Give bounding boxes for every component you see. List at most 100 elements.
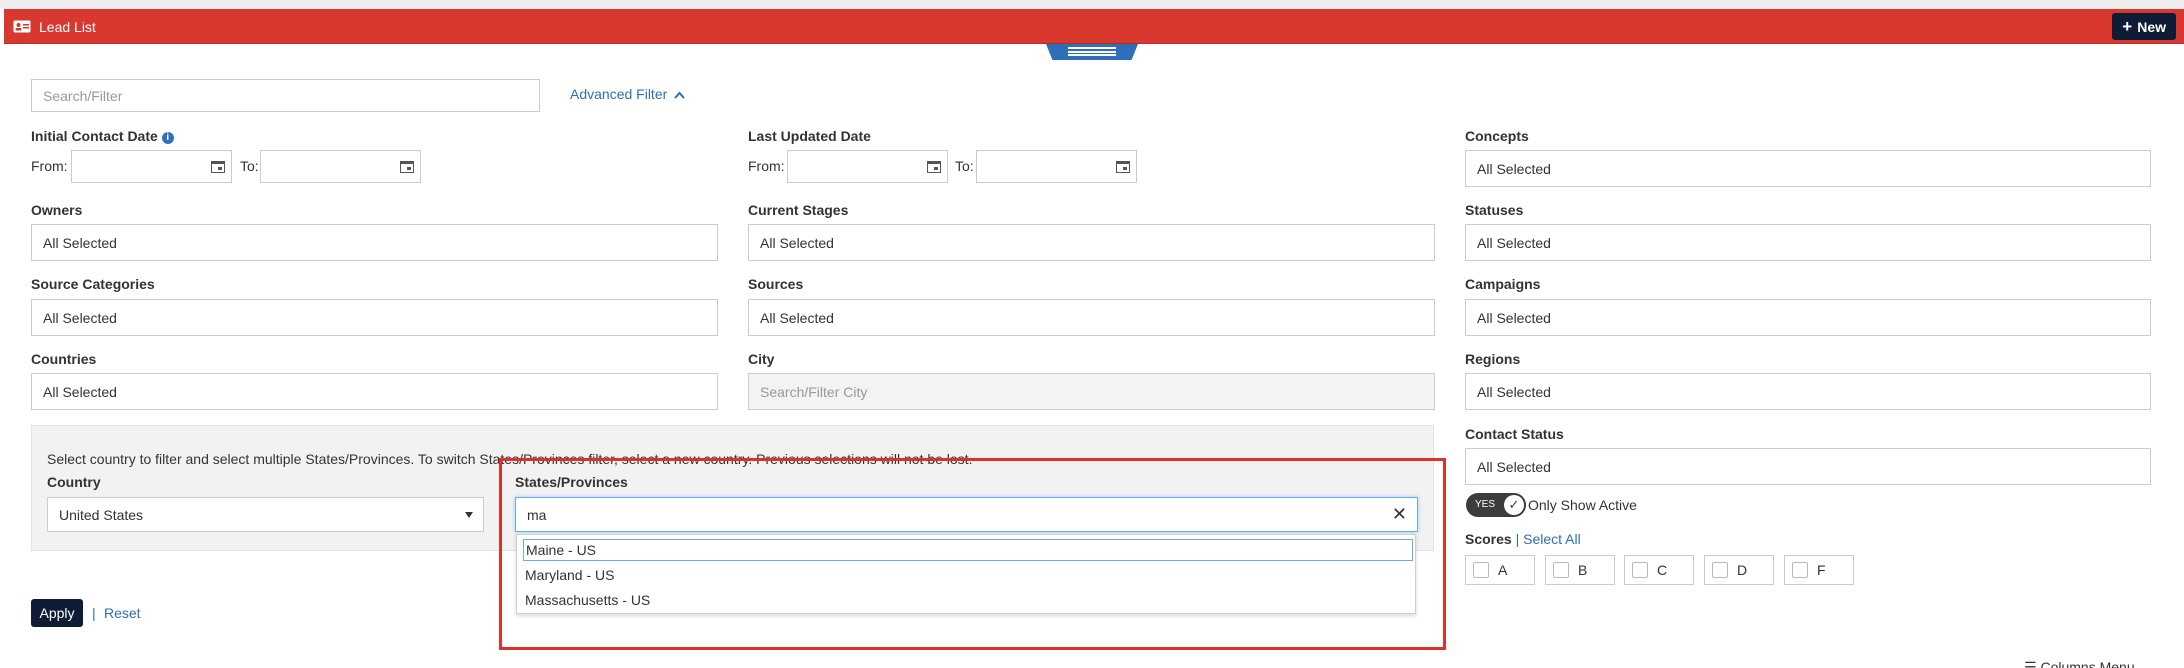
score-checkbox-f[interactable]: F [1784,555,1854,585]
current-stages-select[interactable]: All Selected [748,224,1435,261]
score-checkbox-a[interactable]: A [1465,555,1535,585]
score-label: D [1737,562,1748,578]
only-show-active-label: Only Show Active [1528,497,1637,513]
dropdown-option[interactable]: Massachusetts - US [523,589,650,611]
owners-select[interactable]: All Selected [31,224,718,261]
initial-from-input[interactable] [71,150,207,183]
updated-to-label: To: [955,158,974,174]
info-icon[interactable]: i [161,132,174,144]
source-categories-label: Source Categories [31,276,155,292]
scores-label: Scores [1465,531,1512,547]
city-placeholder: Search/Filter City [760,383,868,400]
score-label: B [1578,562,1588,578]
countries-select[interactable]: All Selected [31,373,718,410]
checkbox[interactable] [1712,562,1728,578]
actions-separator: | [92,605,96,621]
dropdown-option[interactable]: Maine - US [523,539,1413,561]
concepts-value: All Selected [1477,160,1551,177]
top-strip [0,0,2184,9]
checkbox[interactable] [1553,562,1569,578]
new-button-label: New [2137,18,2166,35]
clear-icon[interactable]: ✕ [1392,504,1407,525]
checkbox[interactable] [1473,562,1489,578]
advanced-filter-toggle[interactable]: Advanced Filter [570,86,685,102]
plus-icon: + [2122,16,2133,36]
last-updated-date-label: Last Updated Date [748,128,871,144]
score-checkbox-d[interactable]: D [1704,555,1774,585]
score-checkbox-c[interactable]: C [1624,555,1694,585]
new-lead-button[interactable]: + New [2112,13,2176,40]
updated-from-label: From: [748,158,785,174]
option-label: Massachusetts - US [525,592,651,608]
regions-label: Regions [1465,351,1521,367]
sources-label: Sources [748,276,804,292]
scores-header: Scores | Select All [1465,531,1581,547]
country-value: United States [59,506,144,523]
initial-to-input[interactable] [260,150,396,183]
regions-value: All Selected [1477,383,1551,400]
country-select[interactable]: United States [47,497,484,532]
columns-menu-label: Columns Menu [2040,659,2135,668]
option-label: Maine - US [526,542,597,558]
concepts-select[interactable]: All Selected [1465,150,2151,187]
sources-select[interactable]: All Selected [748,299,1435,336]
current-stages-label: Current Stages [748,202,849,218]
score-checkbox-b[interactable]: B [1545,555,1615,585]
chevron-up-icon [674,91,685,99]
option-label: Maryland - US [525,567,615,583]
score-label: F [1817,562,1826,578]
calendar-icon[interactable] [920,150,948,183]
page-title: Lead List [39,18,96,35]
initial-to-label: To: [240,158,259,174]
contact-status-value: All Selected [1477,458,1551,475]
campaigns-select[interactable]: All Selected [1465,299,2151,336]
apply-button[interactable]: Apply [31,599,83,627]
menu-lines-icon [1068,47,1116,56]
reset-link[interactable]: Reset [104,605,141,621]
updated-from-input[interactable] [787,150,923,183]
dropdown-option[interactable]: Maryland - US [523,564,614,586]
calendar-icon[interactable] [393,150,421,183]
current-stages-value: All Selected [760,234,834,251]
campaigns-value: All Selected [1477,309,1551,326]
owners-label: Owners [31,202,83,218]
countries-value: All Selected [43,383,117,400]
collapse-handle[interactable] [1046,44,1138,60]
initial-contact-date-label: Initial Contact Date i [31,128,174,144]
calendar-icon[interactable] [204,150,232,183]
countries-label: Countries [31,351,97,367]
checkbox[interactable] [1632,562,1648,578]
source-categories-select[interactable]: All Selected [31,299,718,336]
score-label: A [1498,562,1508,578]
columns-menu-button[interactable]: ☰ Columns Menu [2024,659,2135,668]
states-search-input[interactable]: ma ✕ [515,497,1418,532]
score-label: C [1657,562,1668,578]
campaigns-label: Campaigns [1465,276,1541,292]
checkbox[interactable] [1792,562,1808,578]
city-input[interactable]: Search/Filter City [748,373,1435,410]
source-categories-value: All Selected [43,309,117,326]
calendar-icon[interactable] [1109,150,1137,183]
initial-from-label: From: [31,158,68,174]
contact-card-icon [13,20,31,33]
updated-to-input[interactable] [976,150,1112,183]
statuses-select[interactable]: All Selected [1465,224,2151,261]
statuses-value: All Selected [1477,234,1551,251]
states-query: ma [527,506,547,523]
scores-separator: | [1515,531,1520,547]
advanced-filter-label: Advanced Filter [570,86,668,102]
concepts-label: Concepts [1465,128,1529,144]
contact-status-label: Contact Status [1465,426,1564,442]
city-label: City [748,351,775,367]
sources-value: All Selected [760,309,834,326]
search-input[interactable]: Search/Filter [31,79,540,112]
check-icon: ✓ [1504,495,1524,515]
statuses-label: Statuses [1465,202,1524,218]
select-all-link[interactable]: Select All [1523,531,1581,547]
toggle-state: YES [1475,499,1496,510]
regions-select[interactable]: All Selected [1465,373,2151,410]
contact-status-select[interactable]: All Selected [1465,448,2151,485]
page-title-wrap: Lead List [13,9,96,44]
page-header: Lead List + New [4,9,2184,44]
only-show-active-toggle[interactable]: YES ✓ [1466,493,1526,517]
